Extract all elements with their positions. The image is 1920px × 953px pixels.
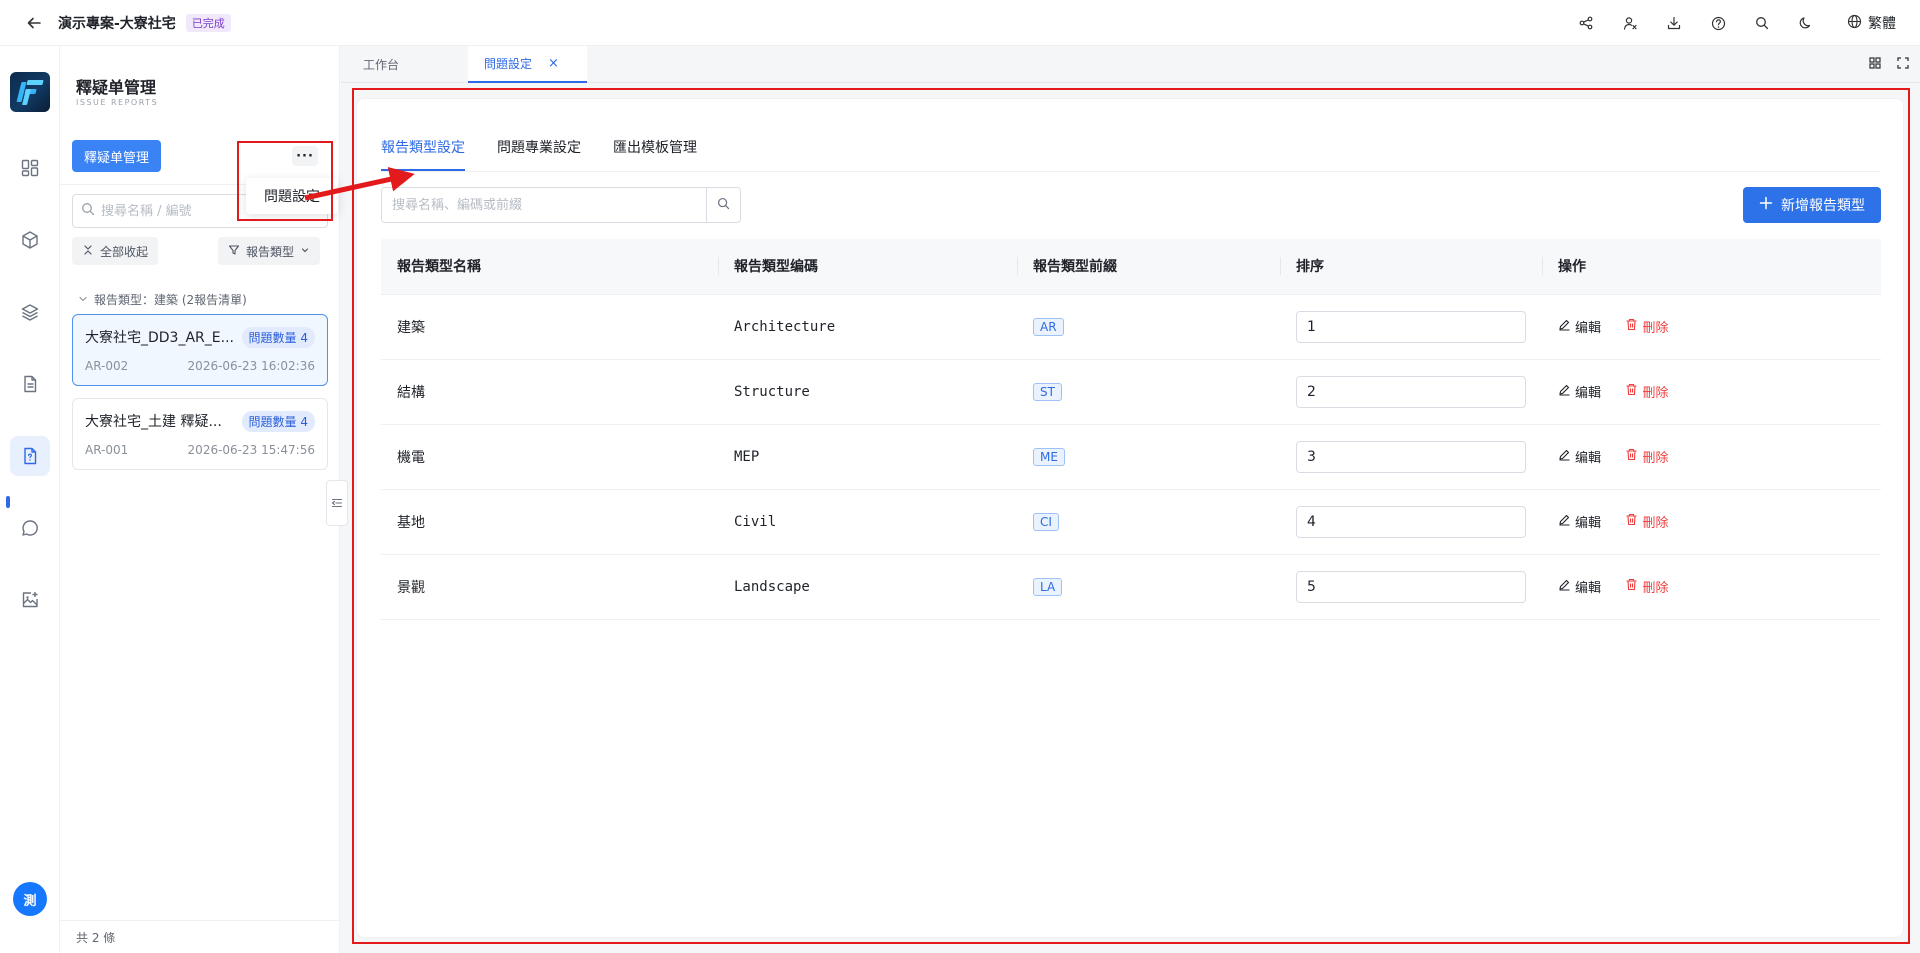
left-rail: 測 <box>0 46 60 953</box>
tab-tools <box>1868 46 1910 83</box>
issue-count-badge: 問題數量 4 <box>241 327 315 348</box>
close-icon[interactable]: × <box>548 56 559 71</box>
report-card[interactable]: 大寮社宅_DD3_AR_E... 問題數量 4 AR-002 2026-06-2… <box>72 314 328 386</box>
annotation-box-more-menu <box>237 141 333 221</box>
language-switcher[interactable]: 繁體 <box>1847 13 1896 33</box>
download-icon[interactable] <box>1663 12 1685 34</box>
tab-label: 問題設定 <box>484 57 533 71</box>
collapse-all-button[interactable]: 全部收起 <box>72 237 159 265</box>
cube-icon[interactable] <box>10 220 50 260</box>
report-card[interactable]: 大寮社宅_土建 釋疑... 問題數量 4 AR-001 2026-06-23 1… <box>72 398 328 470</box>
globe-icon <box>1847 14 1862 33</box>
language-label: 繁體 <box>1868 16 1896 32</box>
report-time: 2026-06-23 15:47:56 <box>187 443 315 457</box>
project-title: 演示專案-大寮社宅 <box>58 15 176 32</box>
dashboard-icon[interactable] <box>10 148 50 188</box>
issue-management-button[interactable]: 釋疑单管理 <box>72 140 162 172</box>
report-title: 大寮社宅_DD3_AR_E... <box>85 330 234 346</box>
user-switch-icon[interactable] <box>1619 12 1641 34</box>
chevron-down-icon <box>78 293 88 307</box>
layers-icon[interactable] <box>10 292 50 332</box>
report-title: 大寮社宅_土建 釋疑... <box>85 414 222 430</box>
panel-collapse-handle[interactable] <box>326 480 348 526</box>
tab-label: 工作台 <box>363 58 400 72</box>
status-badge: 已完成 <box>185 13 231 32</box>
back-arrow-icon[interactable] <box>24 13 44 33</box>
tab-workbench[interactable]: 工作台 <box>363 46 399 83</box>
avatar[interactable]: 測 <box>13 882 47 916</box>
panel-title: 釋疑单管理 <box>76 78 157 97</box>
report-group-header[interactable]: 報告類型：建築 (2報告清單) <box>78 291 247 308</box>
annotation-box-settings-area <box>352 88 1910 944</box>
issue-report-icon[interactable] <box>10 436 50 476</box>
chevron-down-icon <box>300 244 310 258</box>
collapse-icon <box>82 244 94 259</box>
tab-issue-settings[interactable]: 問題設定 × <box>468 46 587 83</box>
panel-subtitle: ISSUE REPORTS <box>76 98 159 107</box>
report-time: 2026-06-23 16:02:36 <box>187 359 315 373</box>
app-logo <box>10 72 50 112</box>
issue-count-badge: 問題數量 4 <box>241 411 315 432</box>
fullscreen-icon[interactable] <box>1896 56 1910 74</box>
moon-icon[interactable] <box>1795 12 1817 34</box>
share-icon[interactable] <box>1575 12 1597 34</box>
chat-icon[interactable] <box>10 508 50 548</box>
group-label: 報告類型：建築 (2報告清單) <box>94 293 247 307</box>
divider <box>60 920 340 921</box>
total-count: 共 2 條 <box>76 931 116 945</box>
rail-active-indicator <box>6 496 10 508</box>
filter-icon <box>228 244 240 259</box>
filter-label: 報告類型 <box>246 244 295 259</box>
document-icon[interactable] <box>10 364 50 404</box>
report-type-filter[interactable]: 報告類型 <box>218 237 321 265</box>
split-view-icon[interactable] <box>1868 56 1882 74</box>
top-bar: 演示專案-大寮社宅 已完成 繁體 <box>0 0 1920 46</box>
search-icon <box>81 202 95 220</box>
page-tabs: 工作台 問題設定 × <box>341 46 1920 83</box>
image-add-icon[interactable] <box>10 580 50 620</box>
collapse-all-label: 全部收起 <box>100 244 149 259</box>
help-icon[interactable] <box>1707 12 1729 34</box>
report-code: AR-001 <box>85 443 129 457</box>
search-icon[interactable] <box>1751 12 1773 34</box>
report-code: AR-002 <box>85 359 129 373</box>
top-toolbar: 繁體 <box>1575 0 1896 46</box>
